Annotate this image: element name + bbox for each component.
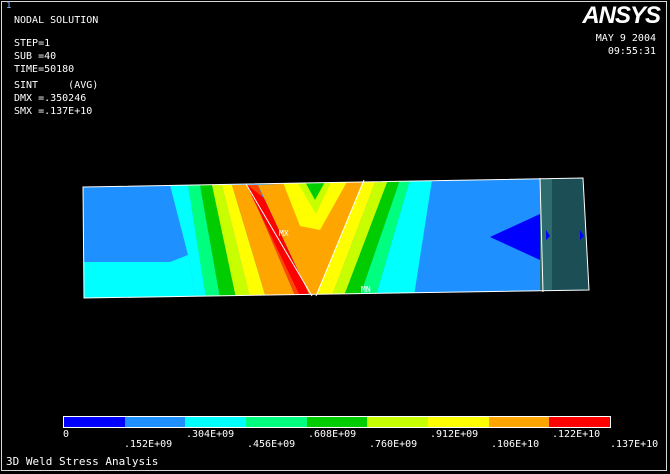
legend-label-4: .608E+09	[308, 429, 357, 440]
legend-swatch-2	[185, 417, 247, 427]
min-marker: MN	[361, 285, 371, 294]
legend-swatch-4	[306, 417, 368, 427]
contour-legend-bar	[63, 416, 611, 428]
legend-swatch-0	[64, 417, 125, 427]
legend-swatch-5	[367, 417, 429, 427]
legend-label-8: .122E+10	[552, 429, 601, 440]
legend-swatch-7	[488, 417, 550, 427]
legend-label-1: .152E+09	[124, 439, 173, 450]
stress-contours	[83, 178, 589, 298]
plot-caption: 3D Weld Stress Analysis	[6, 455, 159, 468]
legend-swatch-1	[124, 417, 186, 427]
legend-swatch-6	[428, 417, 489, 427]
legend-swatch-3	[246, 417, 307, 427]
legend-label-0: 0	[63, 429, 70, 440]
max-marker: MX	[279, 229, 289, 238]
legend-label-3: .456E+09	[247, 439, 296, 450]
contour-plot: MX MN	[82, 177, 590, 299]
legend-label-9: .137E+10	[610, 439, 659, 450]
legend-label-6: .912E+09	[430, 429, 479, 440]
legend-label-7: .106E+10	[491, 439, 540, 450]
legend-label-5: .760E+09	[369, 439, 418, 450]
legend-swatch-8	[549, 417, 611, 427]
legend-label-2: .304E+09	[186, 429, 235, 440]
ansys-graphics-window: 1 ANSYS MAY 9 2004 09:55:31 NODAL SOLUTI…	[0, 0, 670, 474]
